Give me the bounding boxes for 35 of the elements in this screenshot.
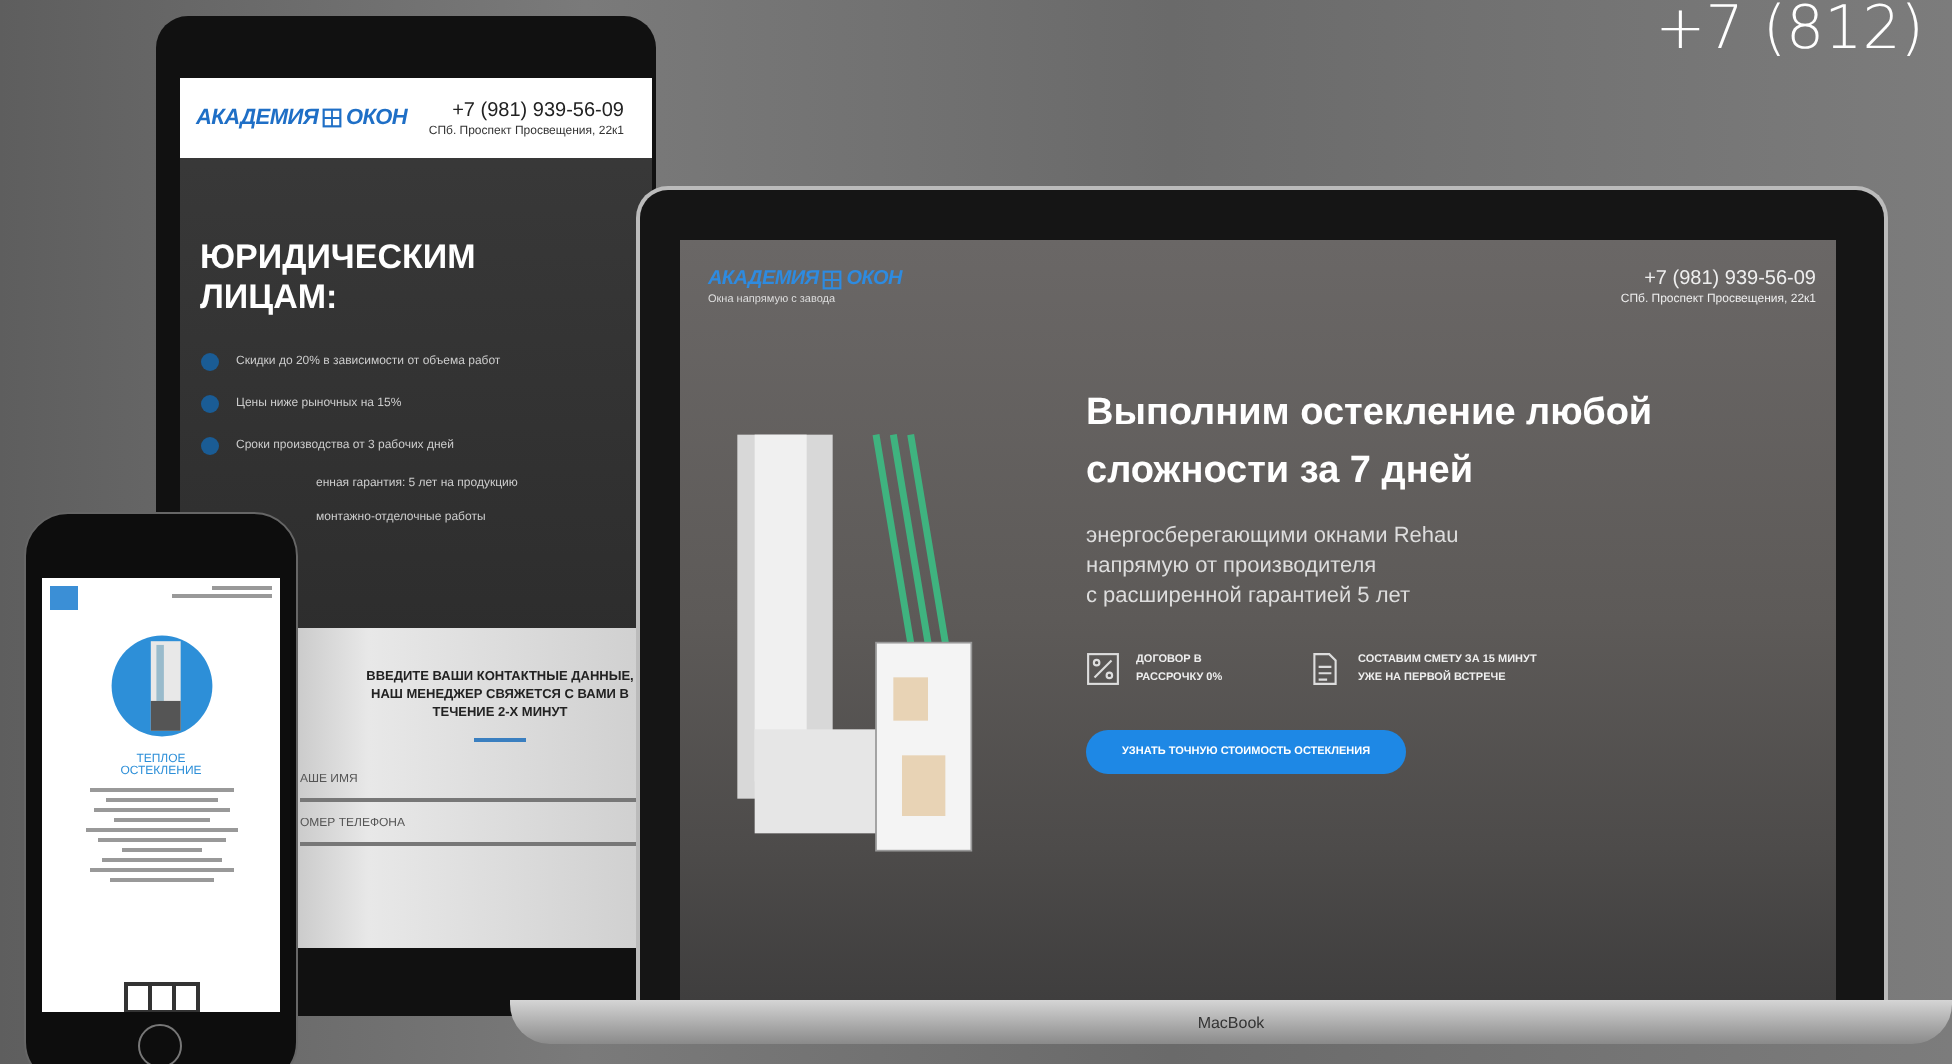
document-icon	[1308, 652, 1342, 686]
window-frame-icon	[121, 980, 201, 1012]
phone-number: +7 (812)	[1655, 0, 1924, 62]
logo-text: АКАДЕМИЯ	[196, 106, 319, 130]
text-line	[105, 798, 217, 802]
hero-subtitle: напрямую от производителя	[1086, 554, 1379, 578]
text-line	[121, 848, 201, 852]
circle-icon	[200, 352, 220, 373]
hero-heading: Выполним остекление любой сложности за 7 дней	[1086, 390, 1655, 495]
text-line	[101, 858, 221, 862]
brand-label: MacBook	[1197, 1013, 1265, 1031]
percent-icon	[1086, 652, 1120, 686]
text-line	[109, 878, 213, 882]
text-line	[89, 868, 233, 872]
accent-line	[474, 738, 526, 743]
circle-icon	[200, 394, 220, 415]
logo-text: ОКОН	[346, 106, 408, 130]
text-line	[89, 788, 233, 792]
window-icon	[822, 269, 843, 289]
text-line	[93, 808, 229, 812]
text-line	[172, 594, 272, 598]
section-heading: ЮРИДИЧЕСКИМ ЛИЦАМ:	[200, 238, 478, 317]
logo-text: АКАДЕМИЯ	[708, 268, 819, 290]
hero-subtitle: с расширенной гарантией 5 лет	[1086, 584, 1413, 608]
circle-icon	[200, 436, 220, 457]
phone-number: +7 (981) 939-56-09	[452, 99, 624, 121]
phone-number: +7 (981) 939-56-09	[1644, 268, 1816, 290]
text-line	[113, 818, 209, 822]
logo-text: ОКОН	[846, 268, 902, 290]
text-line	[212, 586, 272, 590]
window-icon	[322, 108, 343, 128]
logo-icon	[50, 586, 78, 610]
text-line	[97, 838, 225, 842]
hero-subtitle: энергосберегающими окнами Rehau	[1086, 524, 1461, 548]
home-button[interactable]	[138, 1024, 182, 1064]
